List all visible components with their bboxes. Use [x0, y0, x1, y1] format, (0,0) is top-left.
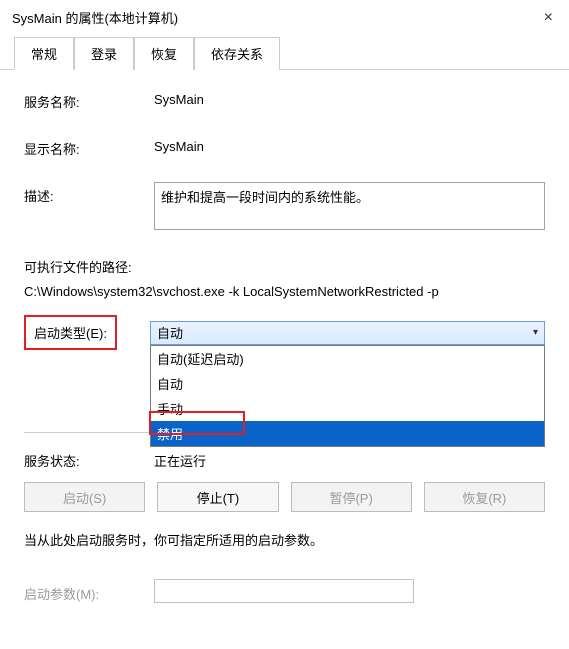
display-name-value: SysMain — [154, 135, 545, 154]
service-status-value: 正在运行 — [154, 447, 545, 470]
startup-type-dropdown: 自动(延迟启动) 自动 手动 禁用 — [150, 345, 545, 447]
startup-type-label: 启动类型(E): — [24, 315, 117, 350]
start-button: 启动(S) — [24, 482, 145, 512]
service-name-value: SysMain — [154, 88, 545, 107]
exec-path-label: 可执行文件的路径: — [24, 257, 545, 276]
tab-general[interactable]: 常规 — [14, 37, 74, 70]
pause-button: 暂停(P) — [291, 482, 412, 512]
startup-params-hint: 当从此处启动服务时，你可指定所适用的启动参数。 — [24, 530, 545, 549]
startup-params-input — [154, 579, 414, 603]
service-name-label: 服务名称: — [24, 88, 154, 111]
description-box[interactable] — [154, 182, 545, 230]
close-icon[interactable]: × — [540, 9, 557, 27]
startup-option-disabled[interactable]: 禁用 — [151, 421, 544, 446]
resume-button: 恢复(R) — [424, 482, 545, 512]
startup-option-manual[interactable]: 手动 — [151, 396, 544, 421]
window-title: SysMain 的属性(本地计算机) — [12, 8, 540, 27]
tab-dependencies[interactable]: 依存关系 — [194, 37, 280, 70]
tab-bar: 常规 登录 恢复 依存关系 — [0, 37, 569, 70]
display-name-label: 显示名称: — [24, 135, 154, 158]
service-status-label: 服务状态: — [24, 447, 154, 470]
startup-type-selected: 自动 — [157, 323, 183, 342]
tab-logon[interactable]: 登录 — [74, 37, 134, 70]
startup-type-select[interactable]: 自动 ▾ — [150, 321, 545, 345]
chevron-down-icon: ▾ — [533, 327, 538, 338]
startup-params-label: 启动参数(M): — [24, 580, 154, 603]
startup-option-auto[interactable]: 自动 — [151, 371, 544, 396]
exec-path-value: C:\Windows\system32\svchost.exe -k Local… — [24, 284, 545, 299]
stop-button[interactable]: 停止(T) — [157, 482, 278, 512]
startup-option-auto-delayed[interactable]: 自动(延迟启动) — [151, 346, 544, 371]
description-label: 描述: — [24, 182, 154, 205]
tab-recovery[interactable]: 恢复 — [134, 37, 194, 70]
